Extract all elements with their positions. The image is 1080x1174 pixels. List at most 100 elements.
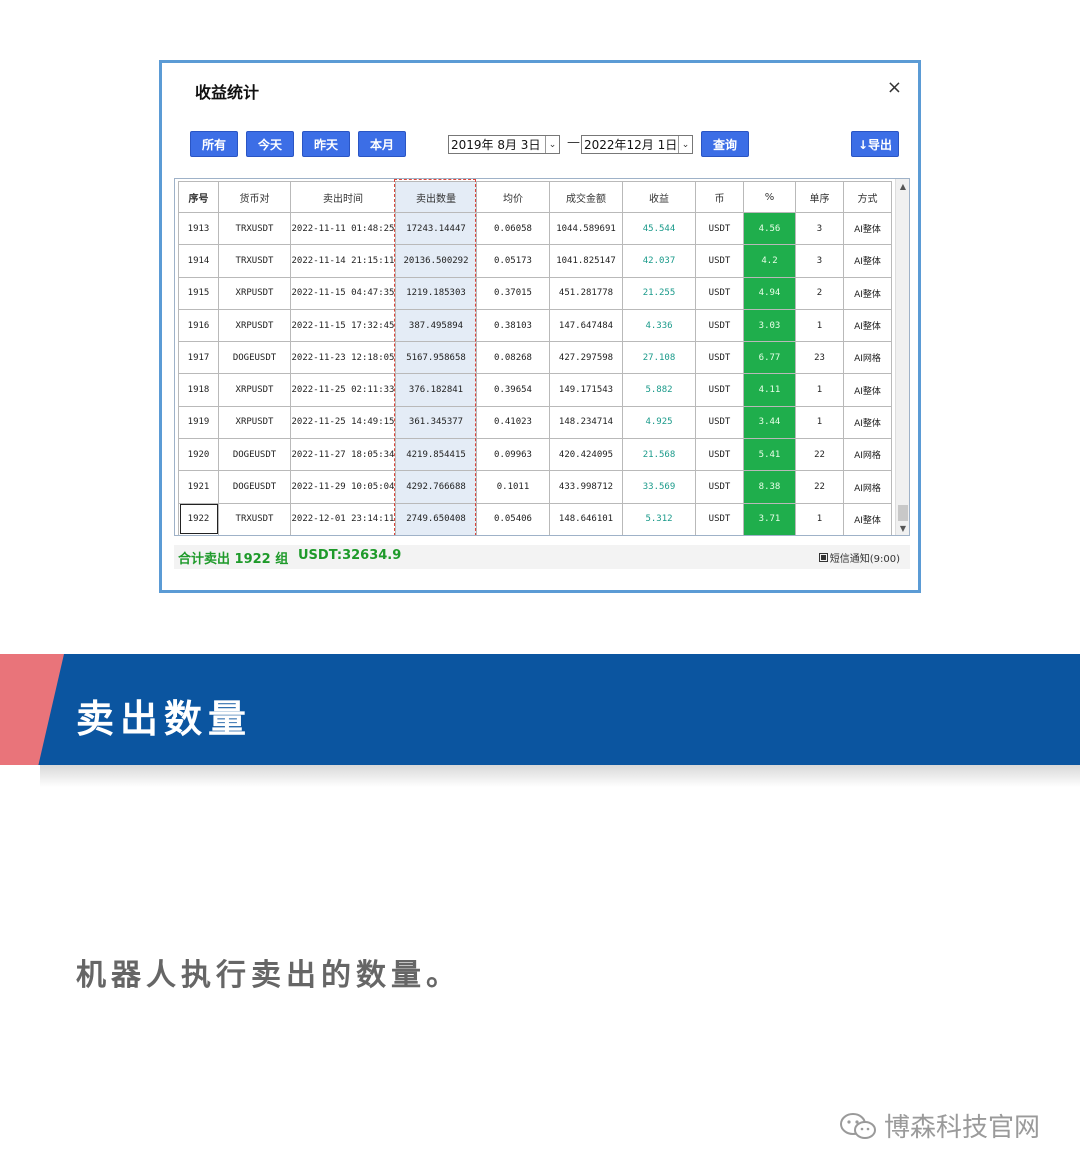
close-icon[interactable]: ×: [887, 77, 902, 98]
cell-profit[interactable]: 42.037: [622, 244, 696, 278]
cell-amount[interactable]: 427.297598: [549, 341, 623, 375]
chevron-down-icon[interactable]: ⌄: [545, 136, 559, 153]
cell-avg-price[interactable]: 0.41023: [476, 405, 550, 440]
cell-quantity[interactable]: 4219.854415: [395, 438, 477, 472]
cell-order-count[interactable]: 1: [795, 502, 844, 535]
cell-avg-price[interactable]: 0.1011: [476, 470, 550, 504]
cell-order-count[interactable]: 3: [795, 244, 844, 278]
cell-coin[interactable]: USDT: [695, 502, 744, 535]
table-row[interactable]: 1921 DOGEUSDT 2022-11-29 10:05:04 4292.7666…: [178, 470, 892, 504]
cell-profit[interactable]: 33.569: [622, 470, 696, 504]
table-row[interactable]: 1915 XRPUSDT 2022-11-15 04:47:35 1219.18530…: [178, 276, 892, 310]
cell-mode[interactable]: AI网格: [843, 341, 892, 375]
cell-profit[interactable]: 21.568: [622, 438, 696, 472]
scroll-down-icon[interactable]: ▼: [896, 521, 909, 535]
table-row[interactable]: 1914 TRXUSDT 2022-11-14 21:15:11 20136.5002…: [178, 244, 892, 278]
cell-percent[interactable]: 4.2: [743, 244, 796, 278]
cell-pair[interactable]: TRXUSDT: [218, 244, 291, 278]
filter-yesterday-button[interactable]: 昨天: [302, 131, 350, 157]
cell-time[interactable]: 2022-11-23 12:18:05: [290, 341, 396, 375]
date-to-picker[interactable]: 2022年12月 1日 ⌄: [581, 135, 693, 154]
table-row[interactable]: 1919 XRPUSDT 2022-11-25 14:49:15 361.345377…: [178, 405, 892, 440]
cell-avg-price[interactable]: 0.05173: [476, 244, 550, 278]
date-from-picker[interactable]: 2019年 8月 3日 ⌄: [448, 135, 560, 154]
cell-order-count[interactable]: 3: [795, 211, 844, 246]
cell-time[interactable]: 2022-11-29 10:05:04: [290, 470, 396, 504]
cell-mode[interactable]: AI整体: [843, 276, 892, 310]
cell-time[interactable]: 2022-11-11 01:48:25: [290, 211, 396, 246]
cell-percent[interactable]: 6.77: [743, 341, 796, 375]
cell-percent[interactable]: 4.56: [743, 211, 796, 246]
cell-profit[interactable]: 21.255: [622, 276, 696, 310]
cell-pair[interactable]: XRPUSDT: [218, 308, 291, 343]
cell-amount[interactable]: 451.281778: [549, 276, 623, 310]
cell-index[interactable]: 1915: [178, 276, 219, 310]
cell-profit[interactable]: 4.336: [622, 308, 696, 343]
cell-order-count[interactable]: 1: [795, 373, 844, 407]
cell-avg-price[interactable]: 0.09963: [476, 438, 550, 472]
col-header-order-count[interactable]: 单序: [795, 181, 844, 213]
table-row[interactable]: 1917 DOGEUSDT 2022-11-23 12:18:05 5167.9586…: [178, 341, 892, 375]
col-header-amount[interactable]: 成交金额: [549, 181, 623, 213]
cell-avg-price[interactable]: 0.38103: [476, 308, 550, 343]
cell-mode[interactable]: AI整体: [843, 405, 892, 440]
cell-mode[interactable]: AI网格: [843, 438, 892, 472]
cell-percent[interactable]: 8.38: [743, 470, 796, 504]
cell-mode[interactable]: AI整体: [843, 244, 892, 278]
cell-amount[interactable]: 1044.589691: [549, 211, 623, 246]
cell-amount[interactable]: 149.171543: [549, 373, 623, 407]
cell-quantity[interactable]: 4292.766688: [395, 470, 477, 504]
cell-time[interactable]: 2022-11-15 17:32:45: [290, 308, 396, 343]
cell-quantity[interactable]: 376.182841: [395, 373, 477, 407]
cell-time[interactable]: 2022-11-25 14:49:15: [290, 405, 396, 440]
cell-pair[interactable]: TRXUSDT: [218, 211, 291, 246]
cell-avg-price[interactable]: 0.39654: [476, 373, 550, 407]
cell-profit[interactable]: 5.882: [622, 373, 696, 407]
cell-pair[interactable]: XRPUSDT: [218, 276, 291, 310]
cell-percent[interactable]: 4.94: [743, 276, 796, 310]
cell-quantity[interactable]: 387.495894: [395, 308, 477, 343]
cell-quantity[interactable]: 17243.14447: [395, 211, 477, 246]
cell-order-count[interactable]: 2: [795, 276, 844, 310]
cell-profit[interactable]: 27.108: [622, 341, 696, 375]
cell-index[interactable]: 1916: [178, 308, 219, 343]
cell-percent[interactable]: 3.03: [743, 308, 796, 343]
col-header-mode[interactable]: 方式: [843, 181, 892, 213]
cell-pair[interactable]: DOGEUSDT: [218, 438, 291, 472]
cell-coin[interactable]: USDT: [695, 341, 744, 375]
cell-amount[interactable]: 420.424095: [549, 438, 623, 472]
cell-index[interactable]: 1917: [178, 341, 219, 375]
query-button[interactable]: 查询: [701, 131, 749, 157]
cell-time[interactable]: 2022-12-01 23:14:11: [290, 502, 396, 535]
cell-mode[interactable]: AI整体: [843, 502, 892, 535]
col-header-avg-price[interactable]: 均价: [476, 181, 550, 213]
col-header-percent[interactable]: %: [743, 181, 796, 213]
cell-mode[interactable]: AI整体: [843, 373, 892, 407]
cell-order-count[interactable]: 22: [795, 438, 844, 472]
cell-index[interactable]: 1914: [178, 244, 219, 278]
cell-index[interactable]: 1913: [178, 211, 219, 246]
cell-index[interactable]: 1920: [178, 438, 219, 472]
cell-time[interactable]: 2022-11-15 04:47:35: [290, 276, 396, 310]
cell-index[interactable]: 1918: [178, 373, 219, 407]
table-row[interactable]: 1916 XRPUSDT 2022-11-15 17:32:45 387.495894…: [178, 308, 892, 343]
cell-quantity[interactable]: 361.345377: [395, 405, 477, 440]
cell-coin[interactable]: USDT: [695, 405, 744, 440]
table-row[interactable]: 1922 TRXUSDT 2022-12-01 23:14:11 2749.65040…: [178, 502, 892, 535]
cell-percent[interactable]: 3.44: [743, 405, 796, 440]
cell-amount[interactable]: 148.234714: [549, 405, 623, 440]
cell-coin[interactable]: USDT: [695, 470, 744, 504]
export-button[interactable]: ↓导出: [851, 131, 899, 157]
cell-pair[interactable]: DOGEUSDT: [218, 470, 291, 504]
cell-coin[interactable]: USDT: [695, 211, 744, 246]
cell-profit[interactable]: 5.312: [622, 502, 696, 535]
cell-percent[interactable]: 5.41: [743, 438, 796, 472]
col-header-pair[interactable]: 货币对: [218, 181, 291, 213]
cell-pair[interactable]: XRPUSDT: [218, 373, 291, 407]
col-header-quantity[interactable]: 卖出数量: [395, 181, 477, 213]
cell-profit[interactable]: 4.925: [622, 405, 696, 440]
cell-index[interactable]: 1921: [178, 470, 219, 504]
cell-time[interactable]: 2022-11-27 18:05:34: [290, 438, 396, 472]
cell-coin[interactable]: USDT: [695, 244, 744, 278]
cell-coin[interactable]: USDT: [695, 276, 744, 310]
